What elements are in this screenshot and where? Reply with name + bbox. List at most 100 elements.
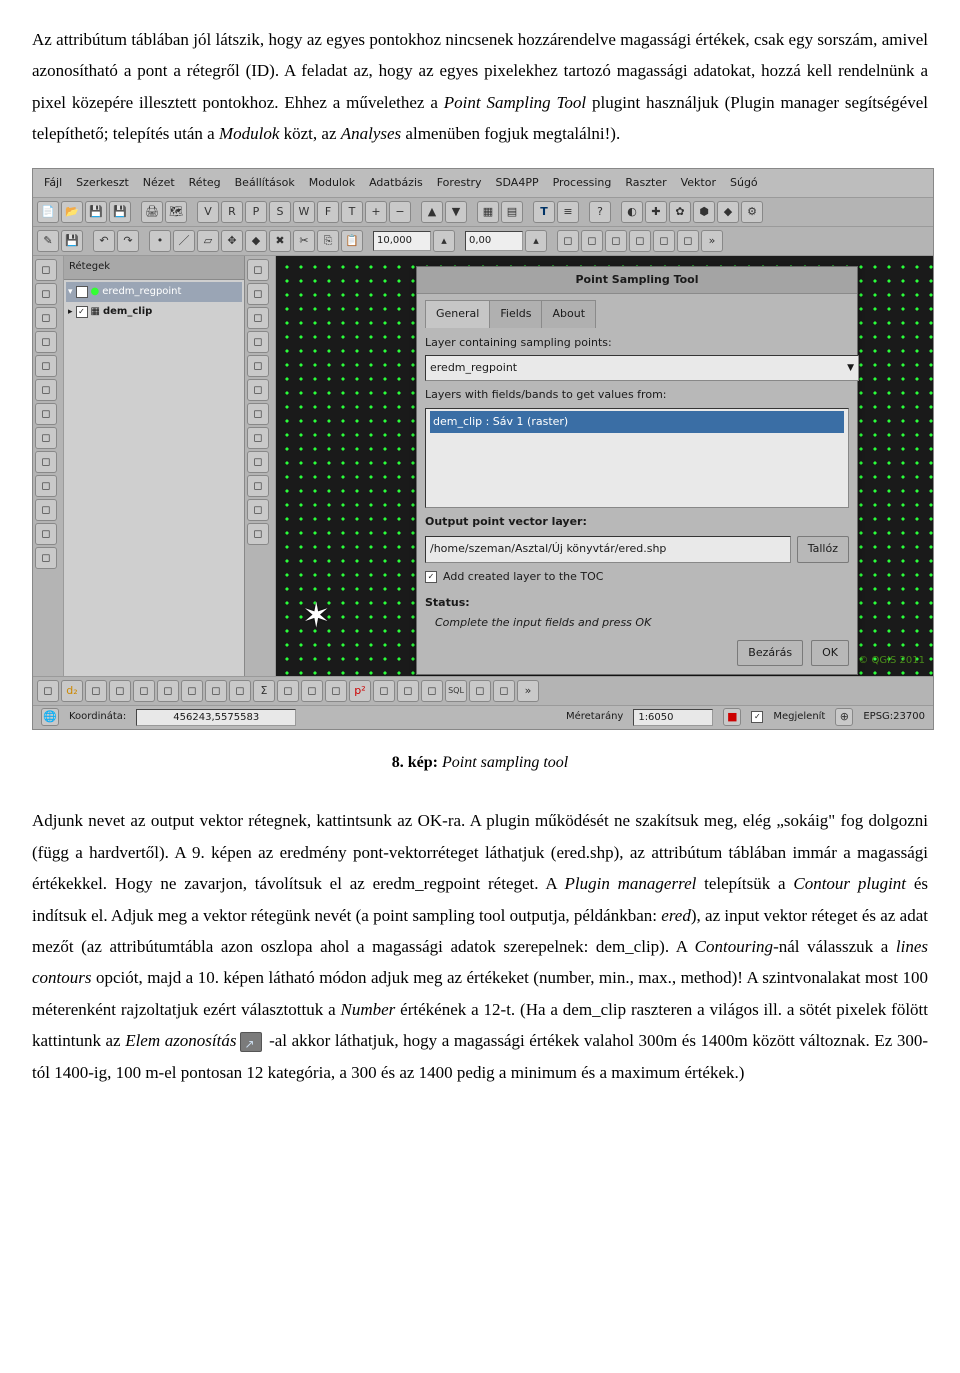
- misc1-icon[interactable]: ◐: [621, 201, 643, 223]
- node-icon[interactable]: ◆: [245, 230, 267, 252]
- browse-button[interactable]: Tallóz: [797, 536, 849, 562]
- select-sampling-points[interactable]: eredm_regpoint ▼: [425, 355, 859, 381]
- print-icon[interactable]: 🖨: [141, 201, 163, 223]
- bt1-icon[interactable]: ◻: [37, 680, 59, 702]
- del-icon[interactable]: ✖: [269, 230, 291, 252]
- mv11-icon[interactable]: ◻: [247, 499, 269, 521]
- render-checkbox[interactable]: ✓: [751, 711, 763, 723]
- bt2-icon[interactable]: d₂: [61, 680, 83, 702]
- bt15-icon[interactable]: ◻: [397, 680, 419, 702]
- expand-icon[interactable]: ▾: [68, 284, 73, 301]
- table-icon[interactable]: ▦: [477, 201, 499, 223]
- bt11-icon[interactable]: ◻: [301, 680, 323, 702]
- remove-icon[interactable]: −: [389, 201, 411, 223]
- savee-icon[interactable]: 💾: [61, 230, 83, 252]
- saveas-icon[interactable]: 💾: [109, 201, 131, 223]
- layer-checkbox[interactable]: ✓: [76, 306, 88, 318]
- mv2-icon[interactable]: ◻: [247, 283, 269, 305]
- mv1-icon[interactable]: ◻: [247, 259, 269, 281]
- extra4-icon[interactable]: ◻: [629, 230, 651, 252]
- menu-adatbazis[interactable]: Adatbázis: [364, 171, 428, 195]
- close-button[interactable]: Bezárás: [737, 640, 803, 666]
- addpg-icon[interactable]: P: [245, 201, 267, 223]
- bt6-icon[interactable]: ◻: [157, 680, 179, 702]
- help-icon[interactable]: ?: [589, 201, 611, 223]
- copy-icon[interactable]: ⎘: [317, 230, 339, 252]
- menu-nezet[interactable]: Nézet: [138, 171, 180, 195]
- misc3-icon[interactable]: ✿: [669, 201, 691, 223]
- sql-icon[interactable]: SQL: [445, 680, 467, 702]
- tab-fields[interactable]: Fields: [489, 300, 542, 327]
- vt12-icon[interactable]: ◻: [35, 523, 57, 545]
- vt2-icon[interactable]: ◻: [35, 283, 57, 305]
- tool-b-icon[interactable]: ▼: [445, 201, 467, 223]
- cut-icon[interactable]: ✂: [293, 230, 315, 252]
- addln-icon[interactable]: ／: [173, 230, 195, 252]
- bt3-icon[interactable]: ◻: [85, 680, 107, 702]
- menu-beallitasok[interactable]: Beállítások: [230, 171, 300, 195]
- misc2-icon[interactable]: ✚: [645, 201, 667, 223]
- addsl-icon[interactable]: S: [269, 201, 291, 223]
- vt13-icon[interactable]: ◻: [35, 547, 57, 569]
- addwms-icon[interactable]: W: [293, 201, 315, 223]
- bt18-icon[interactable]: ◻: [493, 680, 515, 702]
- tab-general[interactable]: General: [425, 300, 490, 327]
- mv7-icon[interactable]: ◻: [247, 403, 269, 425]
- mv8-icon[interactable]: ◻: [247, 427, 269, 449]
- vt4-icon[interactable]: ◻: [35, 331, 57, 353]
- layer-row-demclip[interactable]: ▸ ✓ ▦ dem_clip: [66, 302, 242, 323]
- menu-szerkeszt[interactable]: Szerkeszt: [71, 171, 134, 195]
- misc4-icon[interactable]: ⬢: [693, 201, 715, 223]
- menu-forestry[interactable]: Forestry: [432, 171, 487, 195]
- bt16-icon[interactable]: ◻: [421, 680, 443, 702]
- open-icon[interactable]: 📂: [61, 201, 83, 223]
- addwfs-icon[interactable]: F: [317, 201, 339, 223]
- scale-value[interactable]: 1:6050: [633, 709, 713, 726]
- addtext-icon[interactable]: T: [341, 201, 363, 223]
- extra5-icon[interactable]: ◻: [653, 230, 675, 252]
- mv9-icon[interactable]: ◻: [247, 451, 269, 473]
- vt9-icon[interactable]: ◻: [35, 451, 57, 473]
- menu-sda4pp[interactable]: SDA4PP: [491, 171, 544, 195]
- table2-icon[interactable]: ▤: [501, 201, 523, 223]
- vt3-icon[interactable]: ◻: [35, 307, 57, 329]
- extra1-icon[interactable]: ◻: [557, 230, 579, 252]
- vt7-icon[interactable]: ◻: [35, 403, 57, 425]
- bt12-icon[interactable]: ◻: [325, 680, 347, 702]
- spin-input-1[interactable]: 10,000: [373, 231, 431, 251]
- mv10-icon[interactable]: ◻: [247, 475, 269, 497]
- edit-icon[interactable]: ✎: [37, 230, 59, 252]
- addpoly-icon[interactable]: ▱: [197, 230, 219, 252]
- layer-checkbox[interactable]: ✓: [76, 286, 88, 298]
- misc6-icon[interactable]: ⚙: [741, 201, 763, 223]
- bt13-icon[interactable]: p²: [349, 680, 371, 702]
- addpt-icon[interactable]: •: [149, 230, 171, 252]
- bt7-icon[interactable]: ◻: [181, 680, 203, 702]
- menu-fajl[interactable]: Fájl: [39, 171, 67, 195]
- stop-icon[interactable]: ■: [723, 708, 741, 726]
- add-toc-checkbox[interactable]: ✓: [425, 571, 437, 583]
- new-shp-icon[interactable]: +: [365, 201, 387, 223]
- addraster-icon[interactable]: R: [221, 201, 243, 223]
- coord-value[interactable]: 456243,5575583: [136, 709, 296, 726]
- ok-button[interactable]: OK: [811, 640, 849, 666]
- paste-icon[interactable]: 📋: [341, 230, 363, 252]
- spin-up2-icon[interactable]: ▴: [525, 230, 547, 252]
- menu-processing[interactable]: Processing: [548, 171, 617, 195]
- save-icon[interactable]: 💾: [85, 201, 107, 223]
- vt8-icon[interactable]: ◻: [35, 427, 57, 449]
- bt9-icon[interactable]: ◻: [229, 680, 251, 702]
- bt5-icon[interactable]: ◻: [133, 680, 155, 702]
- vt5-icon[interactable]: ◻: [35, 355, 57, 377]
- layer-row-eredm[interactable]: ▾ ✓ ● eredm_regpoint: [66, 282, 242, 303]
- spin-input-2[interactable]: 0,00: [465, 231, 523, 251]
- menu-vektor[interactable]: Vektor: [676, 171, 721, 195]
- bt10-icon[interactable]: ◻: [277, 680, 299, 702]
- new-icon[interactable]: 📄: [37, 201, 59, 223]
- vt10-icon[interactable]: ◻: [35, 475, 57, 497]
- chevron-right-icon[interactable]: »: [517, 680, 539, 702]
- composer-icon[interactable]: 🗺: [165, 201, 187, 223]
- misc5-icon[interactable]: ◆: [717, 201, 739, 223]
- listbox-value-layers[interactable]: dem_clip : Sáv 1 (raster): [425, 408, 849, 508]
- extra2-icon[interactable]: ◻: [581, 230, 603, 252]
